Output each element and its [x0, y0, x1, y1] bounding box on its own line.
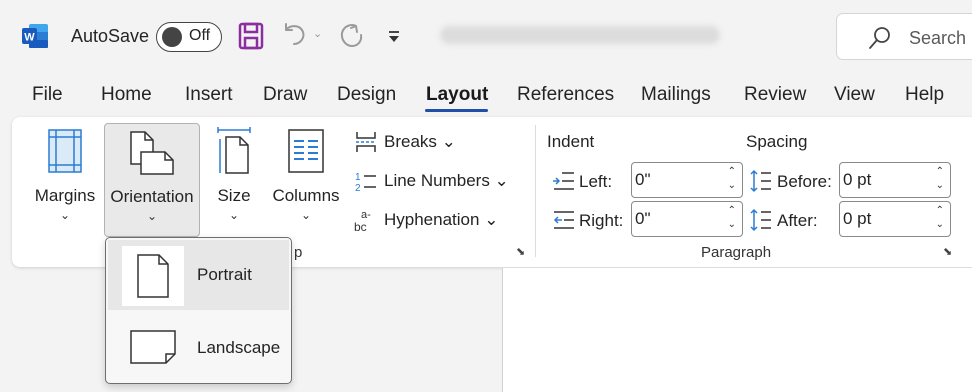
orientation-icon	[130, 131, 174, 175]
search-box[interactable]: Search	[836, 13, 972, 60]
title-bar: W AutoSave Off ⌄ Search	[0, 0, 972, 74]
tab-mailings[interactable]: Mailings	[641, 84, 711, 106]
hyphenation-label: Hyphenation ⌄	[384, 210, 499, 229]
chevron-down-icon: ⌄	[146, 209, 158, 223]
size-button[interactable]: Size ⌄	[208, 123, 260, 235]
document-page[interactable]	[502, 268, 972, 392]
search-icon	[869, 27, 890, 49]
breaks-label: Breaks ⌄	[384, 132, 456, 151]
group-divider	[535, 125, 536, 257]
page-setup-launcher-icon[interactable]: ⬊	[516, 245, 525, 258]
spinner-arrows-icon[interactable]: ⌃ ⌄	[936, 204, 944, 232]
columns-button[interactable]: Columns ⌄	[268, 123, 344, 235]
undo-chevron-icon[interactable]: ⌄	[313, 27, 322, 40]
spacing-after-icon	[750, 208, 771, 232]
margins-label: Margins	[34, 186, 96, 205]
save-icon[interactable]	[238, 22, 264, 50]
hyphenation-icon: a- bc	[354, 209, 371, 234]
size-label: Size	[217, 186, 251, 205]
spacing-heading: Spacing	[746, 132, 808, 151]
portrait-thumbnail	[122, 246, 184, 306]
margins-icon	[48, 129, 82, 173]
tab-review[interactable]: Review	[744, 84, 806, 106]
orientation-option-landscape[interactable]: Landscape	[108, 312, 289, 382]
orientation-menu: Portrait Landscape	[105, 237, 292, 384]
svg-text:W: W	[24, 32, 35, 44]
line-numbers-label: Line Numbers ⌄	[384, 171, 509, 190]
indent-right-label: Right:	[579, 211, 624, 230]
tab-view[interactable]: View	[834, 84, 875, 106]
indent-left-input[interactable]: 0" ⌃ ⌄	[631, 162, 743, 198]
spacing-before-label: Before:	[777, 172, 832, 191]
indent-left-icon	[553, 172, 574, 190]
orientation-button[interactable]: Orientation ⌄	[104, 123, 200, 237]
autosave-state: Off	[189, 27, 211, 44]
paragraph-group-label: Paragraph	[701, 244, 772, 261]
page-setup-group-label: p	[294, 244, 303, 261]
size-icon	[217, 127, 251, 174]
tab-draw[interactable]: Draw	[263, 84, 307, 106]
columns-label: Columns	[272, 186, 340, 205]
active-tab-indicator	[425, 109, 488, 112]
indent-right-value: 0"	[635, 209, 651, 228]
spinner-arrows-icon[interactable]: ⌃ ⌄	[728, 204, 736, 232]
document-title[interactable]	[440, 26, 720, 44]
tab-design[interactable]: Design	[337, 84, 396, 106]
undo-icon[interactable]	[280, 20, 310, 50]
chevron-down-icon: ⌄	[300, 208, 312, 222]
line-numbers-icon: 1 2	[355, 172, 376, 193]
line-numbers-button[interactable]: 1 2 Line Numbers ⌄	[354, 168, 524, 194]
svg-text:2: 2	[355, 183, 361, 193]
paragraph-launcher-icon[interactable]: ⬊	[943, 245, 952, 258]
tab-file[interactable]: File	[32, 84, 63, 106]
breaks-icon	[356, 132, 376, 152]
tab-insert[interactable]: Insert	[185, 84, 233, 106]
columns-icon	[288, 129, 324, 173]
orientation-option-portrait[interactable]: Portrait	[108, 240, 289, 310]
autosave-toggle[interactable]: Off	[156, 22, 222, 52]
chevron-down-icon: ⌄	[59, 208, 71, 222]
svg-text:1: 1	[355, 172, 361, 183]
indent-left-label: Left:	[579, 172, 613, 191]
indent-heading: Indent	[547, 132, 595, 151]
portrait-page-icon	[137, 254, 169, 298]
margins-button[interactable]: Margins ⌄	[28, 123, 102, 235]
spacing-before-value: 0 pt	[843, 170, 872, 189]
spacing-after-label: After:	[777, 211, 818, 230]
tab-layout[interactable]: Layout	[426, 84, 488, 106]
landscape-page-icon	[130, 330, 176, 364]
tab-help[interactable]: Help	[905, 84, 944, 106]
tab-references[interactable]: References	[517, 84, 614, 106]
spinner-arrows-icon[interactable]: ⌃ ⌄	[936, 165, 944, 193]
spacing-before-input[interactable]: 0 pt ⌃ ⌄	[839, 162, 951, 198]
word-logo-icon[interactable]: W	[22, 24, 48, 48]
search-placeholder: Search	[909, 28, 967, 48]
indent-right-icon	[553, 211, 574, 229]
portrait-label: Portrait	[197, 265, 252, 284]
indent-right-input[interactable]: 0" ⌃ ⌄	[631, 201, 743, 237]
breaks-button[interactable]: Breaks ⌄	[354, 129, 504, 155]
spacing-after-value: 0 pt	[843, 209, 872, 228]
indent-left-value: 0"	[635, 170, 651, 189]
spacing-after-input[interactable]: 0 pt ⌃ ⌄	[839, 201, 951, 237]
svg-text:bc: bc	[354, 220, 367, 234]
redo-icon[interactable]	[336, 20, 366, 50]
hyphenation-button[interactable]: a- bc Hyphenation ⌄	[354, 207, 524, 234]
autosave-label: AutoSave	[71, 26, 150, 46]
spinner-arrows-icon[interactable]: ⌃ ⌄	[728, 165, 736, 193]
landscape-label: Landscape	[197, 338, 281, 357]
orientation-label: Orientation	[110, 187, 194, 206]
toggle-knob	[162, 27, 182, 47]
customize-toolbar-icon[interactable]	[386, 30, 402, 44]
chevron-down-icon: ⌄	[228, 208, 240, 222]
tab-home[interactable]: Home	[101, 84, 152, 106]
spacing-before-icon	[750, 169, 771, 193]
